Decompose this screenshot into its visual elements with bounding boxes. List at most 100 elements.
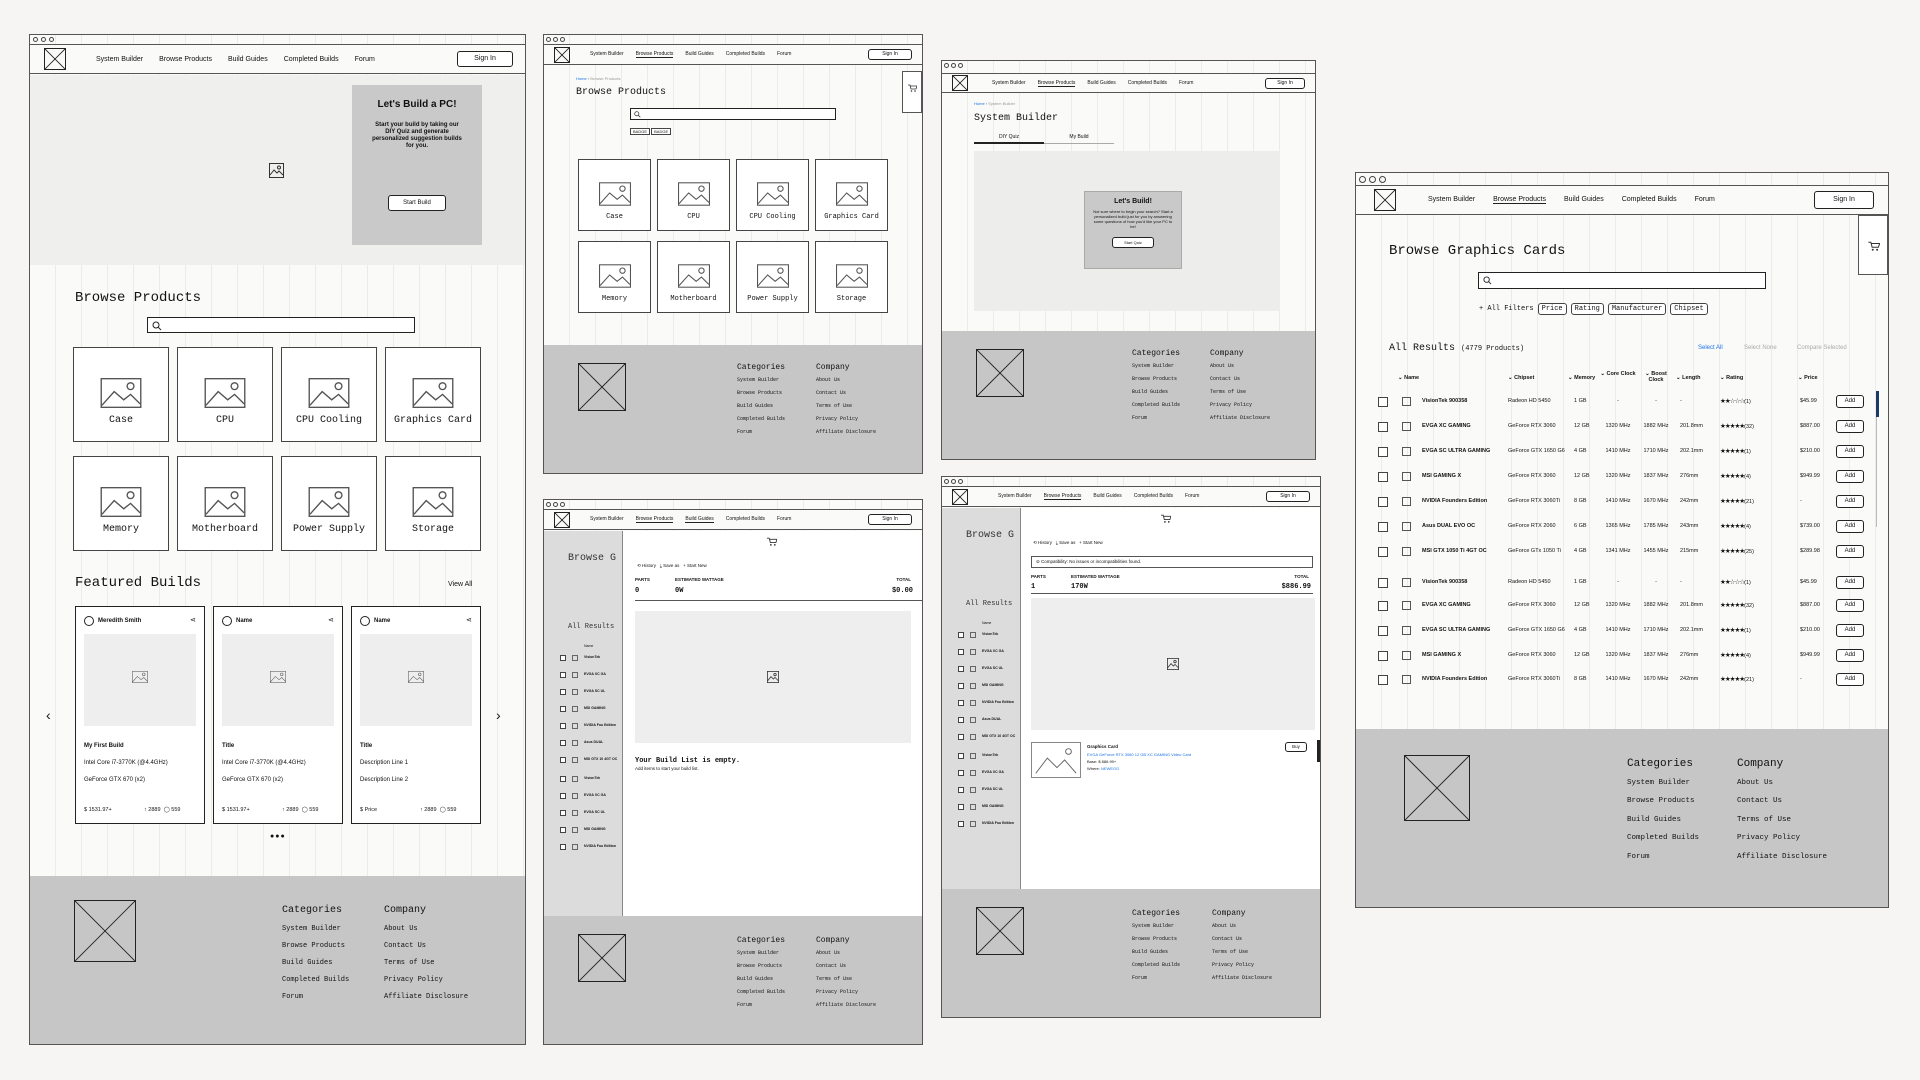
nav-system-builder[interactable]: System Builder [992,80,1026,87]
product-search-input[interactable] [1478,272,1766,289]
category-card[interactable]: Power Supply [736,241,809,313]
row-checkbox[interactable] [958,734,964,740]
add-button[interactable]: Add [1836,545,1864,558]
footer-link[interactable]: Completed Builds [282,972,349,989]
nav-browse-products[interactable]: Browse Products [1493,196,1546,204]
footer-link[interactable]: Terms of Use [1212,946,1272,959]
product-search-input[interactable] [630,108,836,120]
footer-link[interactable]: Browse Products [1627,792,1699,811]
footer-link[interactable]: Terms of Use [1210,386,1270,399]
row-checkbox[interactable] [1378,522,1388,532]
sign-in-button[interactable]: Sign In [1265,77,1305,89]
row-checkbox[interactable] [958,821,964,827]
row-name[interactable]: VisionTek 900358 [1422,579,1502,585]
row-name[interactable]: Asus DUAL EVO OC [1422,523,1502,529]
filter-badge[interactable]: BADGE [630,128,651,135]
nav-browse-products[interactable]: Browse Products [159,56,212,63]
row-name[interactable]: MSI GAMING X [1422,473,1502,479]
footer-link[interactable]: Browse Products [282,938,349,955]
category-card[interactable]: Graphics Card [385,347,481,442]
add-button[interactable]: Add [1836,624,1864,637]
category-card[interactable]: Storage [385,456,481,551]
site-logo[interactable] [952,488,968,505]
nav-browse-products[interactable]: Browse Products [635,516,674,523]
history-button[interactable]: ⟲ History [637,563,656,568]
footer-link[interactable]: Completed Builds [737,986,785,999]
nav-build-guides[interactable]: Build Guides [685,516,714,523]
row-checkbox[interactable] [560,672,566,678]
footer-link[interactable]: System Builder [737,374,785,387]
build-card[interactable]: Name ⋖ Title Description Line 1 Descript… [351,606,481,824]
footer-link[interactable]: About Us [1210,360,1270,373]
row-checkbox[interactable] [560,706,566,712]
footer-link[interactable]: Affiliate Disclosure [1210,412,1270,425]
row-checkbox[interactable] [958,632,964,638]
row-checkbox[interactable] [1378,626,1388,636]
row-checkbox[interactable] [1378,472,1388,482]
save-as-button[interactable]: ⤓ Save as [1056,540,1076,545]
column-header-chipset[interactable]: ⌄ Chipset [1508,375,1534,381]
row-checkbox[interactable] [1378,447,1388,457]
add-button[interactable]: Add [1836,495,1864,508]
footer-link[interactable]: About Us [816,947,876,960]
footer-link[interactable]: Terms of Use [1737,811,1827,830]
footer-link[interactable]: System Builder [737,947,785,960]
footer-link[interactable]: Affiliate Disclosure [816,426,876,439]
add-button[interactable]: Add [1836,445,1864,458]
buy-button[interactable]: Buy [1285,742,1307,752]
footer-link[interactable]: About Us [1212,920,1272,933]
share-icon[interactable]: ⋖ [466,616,472,624]
nav-completed-builds[interactable]: Completed Builds [1134,493,1173,500]
row-checkbox[interactable] [958,649,964,655]
table-scrollbar[interactable] [1876,391,1879,417]
nav-system-builder[interactable]: System Builder [590,516,624,523]
row-checkbox[interactable] [560,844,566,850]
nav-forum[interactable]: Forum [777,51,791,58]
site-logo[interactable] [554,46,570,63]
nav-forum[interactable]: Forum [1695,196,1715,204]
row-checkbox[interactable] [1378,651,1388,661]
footer-link[interactable]: Privacy Policy [384,972,468,989]
row-checkbox[interactable] [560,655,566,661]
cart-button[interactable] [1858,215,1888,275]
footer-link[interactable]: Terms of Use [816,973,876,986]
compare-selected-link[interactable]: Compare Selected [1797,345,1847,351]
row-checkbox[interactable] [958,700,964,706]
add-button[interactable]: Add [1836,520,1864,533]
carousel-next-icon[interactable]: › [496,707,501,723]
add-button[interactable]: Add [1836,470,1864,483]
add-button[interactable]: Add [1836,576,1864,589]
category-card[interactable]: CPU [177,347,273,442]
row-checkbox[interactable] [958,787,964,793]
start-build-button[interactable]: Start Build [388,195,446,211]
history-button[interactable]: ⟲ History [1033,540,1052,545]
category-card[interactable]: Case [73,347,169,442]
tab-diy-quiz[interactable]: DIY Quiz [974,134,1044,144]
add-button[interactable]: Add [1836,395,1864,408]
row-checkbox[interactable] [560,810,566,816]
row-checkbox[interactable] [1378,397,1388,407]
nav-build-guides[interactable]: Build Guides [228,56,268,63]
row-checkbox[interactable] [560,757,566,763]
sign-in-button[interactable]: Sign In [1266,491,1310,502]
nav-system-builder[interactable]: System Builder [1428,196,1475,204]
save-as-button[interactable]: ⤓ Save as [660,563,680,568]
nav-forum[interactable]: Forum [1185,493,1199,500]
share-icon[interactable]: ⋖ [328,616,334,624]
row-checkbox[interactable] [958,683,964,689]
category-card[interactable]: CPU Cooling [736,159,809,231]
sign-in-button[interactable]: Sign In [868,514,912,525]
footer-link[interactable]: Contact Us [816,387,876,400]
start-quiz-button[interactable]: Start Quiz [1112,237,1154,248]
category-card[interactable]: Storage [815,241,888,313]
row-name[interactable]: EVGA SC ULTRA GAMING [1422,448,1502,454]
nav-build-guides[interactable]: Build Guides [1087,80,1115,87]
row-checkbox[interactable] [958,717,964,723]
category-card[interactable]: CPU Cooling [281,347,377,442]
filter-chipset[interactable]: Chipset [1670,303,1708,315]
footer-link[interactable]: Contact Us [1737,792,1827,811]
footer-link[interactable]: Affiliate Disclosure [1737,848,1827,867]
footer-link[interactable]: Build Guides [1627,811,1699,830]
nav-system-builder[interactable]: System Builder [998,493,1032,500]
footer-link[interactable]: Completed Builds [1627,829,1699,848]
